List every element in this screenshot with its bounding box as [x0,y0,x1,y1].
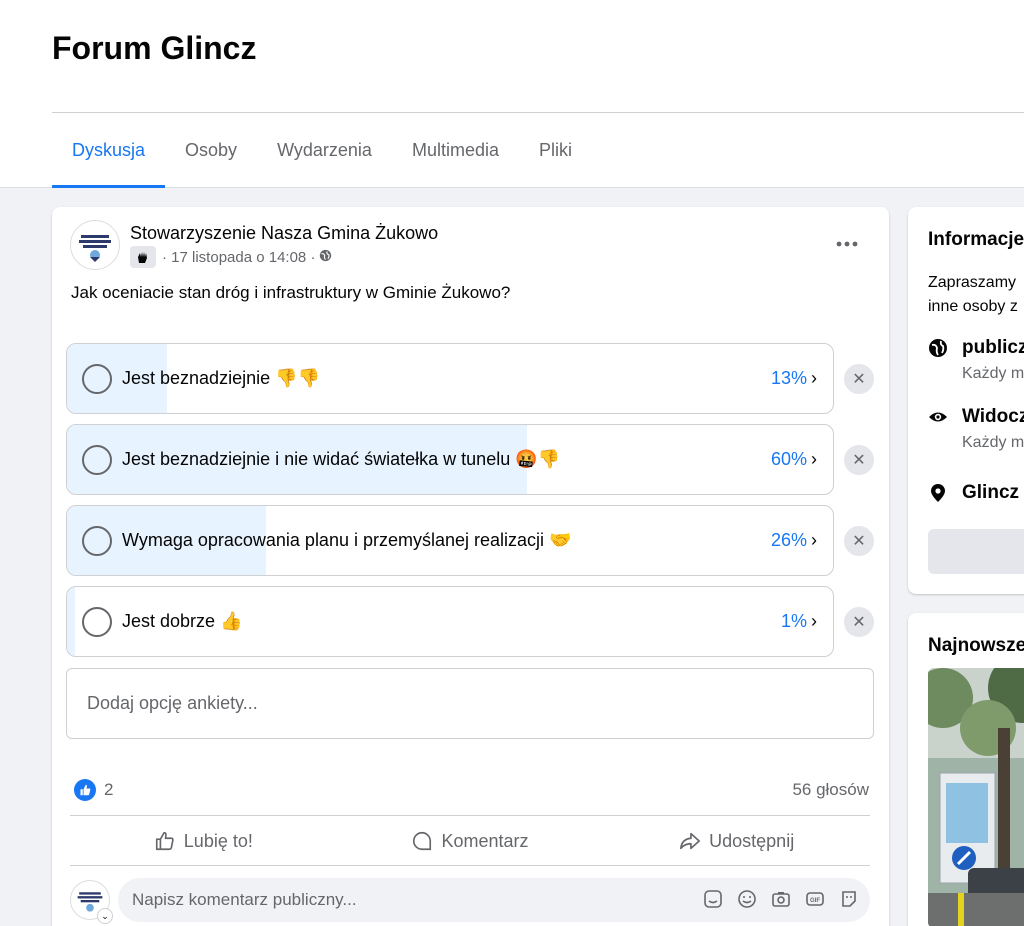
author-avatar[interactable] [70,220,120,270]
like-button[interactable]: Lubię to! [70,817,337,865]
reactions-summary[interactable]: 2 [74,779,113,801]
post-actions: Lubię to! Komentarz Udostępnij [70,817,870,865]
wave-icon [130,246,156,268]
poll-radio[interactable] [82,445,112,475]
emoji-icon[interactable] [736,888,758,910]
recent-media-title: Najnowsze [928,635,1024,656]
votes-count[interactable]: 56 głosów [792,780,869,800]
poll-option-percent[interactable]: 1% › [781,611,817,632]
eye-icon [929,412,947,422]
post-author[interactable]: Stowarzyszenie Nasza Gmina Żukowo [130,223,438,244]
more-options-button[interactable] [832,229,862,259]
remove-option-button[interactable]: ✕ [844,445,874,475]
chevron-right-icon: › [811,368,817,388]
poll-radio[interactable] [82,607,112,637]
thumbs-up-icon [155,831,174,851]
poll-question: Jak oceniacie stan dróg i infrastruktury… [71,283,511,302]
comment-tools: GIF [702,888,860,910]
poll-radio[interactable] [82,526,112,556]
chevron-right-icon: › [811,449,817,469]
globe-icon [929,339,947,357]
poll-option[interactable]: Jest dobrze 👍 1% › [66,586,834,657]
group-title[interactable]: Forum Glincz [52,30,256,67]
tab-discussion[interactable]: Dyskusja [52,113,166,188]
tab-events[interactable]: Wydarzenia [257,113,392,188]
info-title: Informacje [928,229,1024,250]
recent-photo[interactable] [928,668,1024,926]
tab-files[interactable]: Pliki [519,113,592,188]
gif-icon[interactable]: GIF [804,888,826,910]
divider [70,865,870,866]
info-description: Zapraszamy inne osoby z [928,274,1018,315]
poll-option-percent[interactable]: 13% › [771,368,817,389]
poll-option-label: Jest dobrze 👍 [122,611,243,631]
post-timestamp[interactable]: · 17 listopada o 14:08 · [162,249,315,266]
comment-label: Komentarz [441,830,529,851]
share-button[interactable]: Udostępnij [603,817,870,865]
like-label: Lubię to! [183,830,253,851]
poll-option[interactable]: Jest beznadziejnie i nie widać światełka… [66,424,834,495]
like-reaction-icon [74,779,96,801]
share-label: Udostępnij [709,830,795,851]
remove-option-button[interactable]: ✕ [844,607,874,637]
share-icon [680,832,701,850]
recent-media-card: Najnowsze [908,613,1024,926]
tab-people[interactable]: Osoby [165,113,257,188]
poll-radio[interactable] [82,364,112,394]
poll-option-label: Jest beznadziejnie 👎👎 [122,368,320,388]
post-meta: · 17 listopada o 14:08 · [130,246,332,268]
poll-option-label: Jest beznadziejnie i nie widać światełka… [122,449,561,469]
poll-option-percent[interactable]: 26% › [771,530,817,551]
remove-option-button[interactable]: ✕ [844,364,874,394]
add-poll-option-input[interactable] [66,668,874,739]
sticker-icon[interactable] [702,888,724,910]
poll-option[interactable]: Wymaga opracowania planu i przemyślanej … [66,505,834,576]
group-header: Forum Glincz Dyskusja Osoby Wydarzenia M… [0,0,1024,188]
comment-composer: ⌄ GIF [70,878,870,924]
comment-icon [413,831,432,851]
poll-option-bar [67,587,75,656]
tab-media[interactable]: Multimedia [392,113,519,188]
location-pin-icon [931,484,945,502]
avatar-sticker-icon[interactable] [838,888,860,910]
comment-button[interactable]: Komentarz [337,817,604,865]
camera-icon[interactable] [770,888,792,910]
group-info-card: Informacje Zapraszamy inne osoby z publi… [908,207,1024,594]
remove-option-button[interactable]: ✕ [844,526,874,556]
chevron-right-icon: › [811,530,817,550]
chevron-right-icon: › [811,611,817,631]
globe-icon [319,249,332,266]
poll-option-percent[interactable]: 60% › [771,449,817,470]
svg-text:GIF: GIF [810,898,820,904]
poll-option-label: Wymaga opracowania planu i przemyślanej … [122,530,572,550]
learn-more-button[interactable] [928,529,1024,574]
poll-option[interactable]: Jest beznadziejnie 👎👎 13% › [66,343,834,414]
group-tabs: Dyskusja Osoby Wydarzenia Multimedia Pli… [52,113,592,188]
divider [70,815,870,816]
post-card: Stowarzyszenie Nasza Gmina Żukowo · 17 l… [52,207,889,926]
reactions-count: 2 [104,780,114,799]
chevron-down-icon[interactable]: ⌄ [97,908,113,924]
